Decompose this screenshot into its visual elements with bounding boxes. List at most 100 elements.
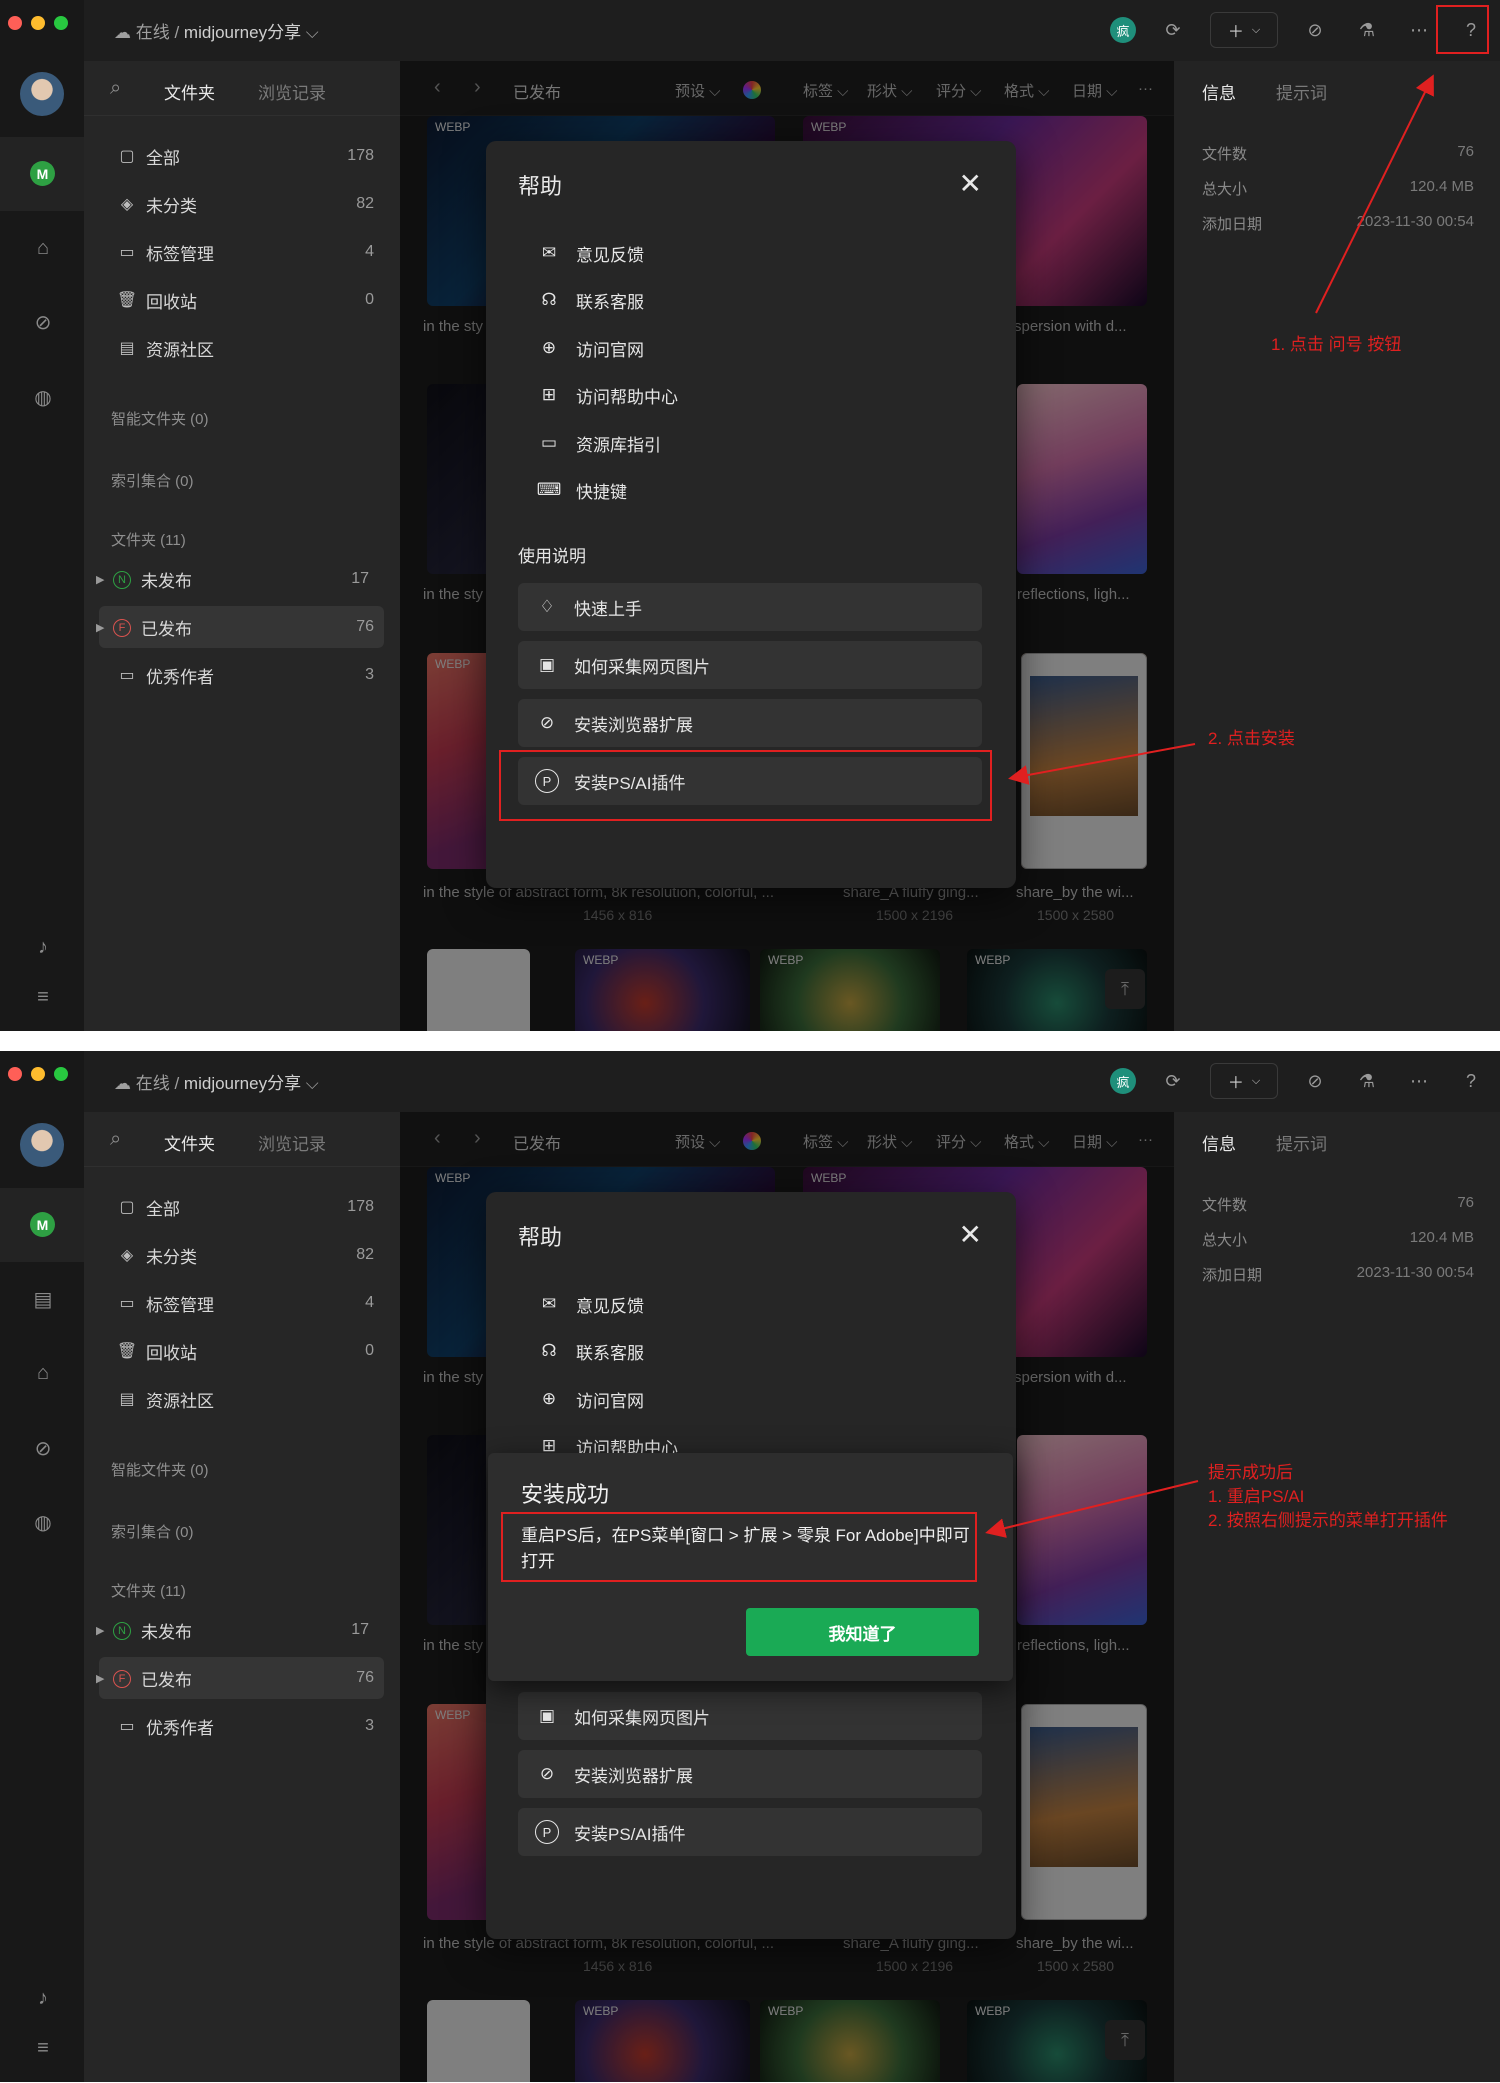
folders-header[interactable]: 文件夹 (11): [111, 1580, 186, 1601]
expand-caret-icon[interactable]: ▶: [96, 1672, 104, 1685]
expand-caret-icon[interactable]: ▶: [96, 1624, 104, 1637]
search-icon[interactable]: ⌕: [110, 1128, 121, 1151]
tab-history[interactable]: 浏览记录: [258, 79, 326, 104]
sidebar-item-tags[interactable]: ▭ 标签管理 4: [104, 231, 384, 273]
bell-icon[interactable]: ♪: [30, 934, 56, 960]
sidebar-item-trash[interactable]: 🗑 回收站 0: [104, 279, 384, 321]
home-icon[interactable]: ⌂: [30, 235, 56, 261]
sync-icon[interactable]: ⟳: [1158, 1066, 1188, 1096]
search-icon[interactable]: ⌕: [110, 77, 121, 100]
card-install-ps-ai-plugin[interactable]: P 安装PS/AI插件: [518, 1808, 982, 1856]
planet-icon[interactable]: ◍: [30, 384, 56, 410]
folder-label: 已发布: [141, 1670, 192, 1690]
compass-icon[interactable]: ⊘: [30, 1435, 56, 1461]
zoom-window-button[interactable]: [54, 16, 68, 30]
breadcrumb[interactable]: ☁ 在线 / midjourney分享 ⌵: [114, 18, 319, 43]
folder-top-authors[interactable]: ▭ 优秀作者 3: [104, 654, 384, 696]
help-item-support[interactable]: ☊ 联系客服: [536, 1335, 644, 1367]
sidebar-item-all[interactable]: ▢ 全部 178: [104, 135, 384, 177]
smart-folders-header[interactable]: 智能文件夹 (0): [111, 1459, 209, 1480]
folder-top-authors[interactable]: ▭ 优秀作者 3: [104, 1705, 384, 1747]
more-icon[interactable]: ⋯: [1404, 1066, 1434, 1096]
folder-badge-icon: N: [113, 570, 131, 589]
help-item-website[interactable]: ⊕ 访问官网: [536, 332, 644, 364]
community-icon: ▤: [119, 1391, 135, 1408]
zoom-window-button[interactable]: [54, 1067, 68, 1081]
help-item-support[interactable]: ☊ 联系客服: [536, 284, 644, 316]
expand-caret-icon[interactable]: ▶: [96, 621, 104, 634]
tab-info[interactable]: 信息: [1202, 1130, 1236, 1155]
sidebar-item-uncategorized[interactable]: ◈ 未分类 82: [104, 1234, 384, 1276]
ok-button[interactable]: 我知道了: [746, 1608, 979, 1656]
tab-folders[interactable]: 文件夹: [164, 79, 215, 104]
user-avatar[interactable]: [20, 1123, 64, 1167]
smart-folders-header[interactable]: 智能文件夹 (0): [111, 408, 209, 429]
sidebar-tabs: ⌕ 文件夹 浏览记录: [84, 61, 400, 116]
help-item-website[interactable]: ⊕ 访问官网: [536, 1383, 644, 1415]
tab-folders[interactable]: 文件夹: [164, 1130, 215, 1155]
help-icon[interactable]: ?: [1456, 1066, 1486, 1096]
folder-unpublished[interactable]: ▶ N 未发布 17: [96, 558, 379, 600]
card-collect-images[interactable]: ▣ 如何采集网页图片: [518, 641, 982, 689]
add-button[interactable]: ＋ ⌵: [1210, 1063, 1278, 1099]
archive-icon[interactable]: ▤: [30, 1286, 56, 1312]
folder-published[interactable]: ▶ F 已发布 76: [96, 606, 384, 648]
card-quick-start[interactable]: ♢ 快速上手: [518, 583, 982, 631]
lab-flask-icon[interactable]: ⚗: [1352, 1066, 1382, 1096]
sidebar-item-community[interactable]: ▤ 资源社区: [104, 327, 384, 369]
close-window-button[interactable]: [8, 1067, 22, 1081]
help-item-library-guide[interactable]: ▭ 资源库指引: [536, 427, 661, 459]
help-item-help-center[interactable]: ⊞ 访问帮助中心: [536, 379, 678, 411]
breadcrumb[interactable]: ☁ 在线 / midjourney分享 ⌵: [114, 1069, 319, 1094]
minimize-window-button[interactable]: [31, 1067, 45, 1081]
info-row-date-added: 添加日期 2023-11-30 00:54: [1202, 213, 1474, 233]
help-item-feedback[interactable]: ✉ 意见反馈: [536, 237, 644, 269]
expand-caret-icon[interactable]: ▶: [96, 573, 104, 586]
compass-icon[interactable]: ⊘: [30, 309, 56, 335]
sidebar-item-trash[interactable]: 🗑 回收站 0: [104, 1330, 384, 1372]
tab-info[interactable]: 信息: [1202, 79, 1236, 104]
filter-off-icon[interactable]: ⊘: [1300, 1066, 1330, 1096]
folders-header[interactable]: 文件夹 (11): [111, 529, 186, 550]
sync-icon[interactable]: ⟳: [1158, 15, 1188, 45]
sidebar-item-tags[interactable]: ▭ 标签管理 4: [104, 1282, 384, 1324]
filter-off-icon[interactable]: ⊘: [1300, 15, 1330, 45]
user-badge[interactable]: 疯: [1110, 17, 1136, 43]
sidebar-item-uncategorized[interactable]: ◈ 未分类 82: [104, 183, 384, 225]
planet-icon[interactable]: ◍: [30, 1509, 56, 1535]
card-browser-extension[interactable]: ⊘ 安装浏览器扩展: [518, 699, 982, 747]
library-switcher[interactable]: M: [0, 137, 84, 211]
sidebar-item-all[interactable]: ▢ 全部 178: [104, 1186, 384, 1228]
title-bar: ☁ 在线 / midjourney分享 ⌵ 疯 ⟳ ＋ ⌵ ⊘ ⚗ ⋯ ?: [84, 1051, 1500, 1112]
close-icon[interactable]: ✕: [959, 1218, 982, 1251]
user-badge[interactable]: 疯: [1110, 1068, 1136, 1094]
help-item-shortcuts[interactable]: ⌨ 快捷键: [536, 474, 627, 506]
bell-icon[interactable]: ♪: [30, 1985, 56, 2011]
lab-flask-icon[interactable]: ⚗: [1352, 15, 1382, 45]
close-window-button[interactable]: [8, 16, 22, 30]
close-icon[interactable]: ✕: [959, 167, 982, 200]
sidebar-item-count: 82: [356, 195, 374, 212]
folder-unpublished[interactable]: ▶ N 未发布 17: [96, 1609, 379, 1651]
index-sets-header[interactable]: 索引集合 (0): [111, 470, 194, 491]
minimize-window-button[interactable]: [31, 16, 45, 30]
settings-sliders-icon[interactable]: ≡: [30, 2035, 56, 2061]
home-icon[interactable]: ⌂: [30, 1360, 56, 1386]
compass-icon: ⊘: [539, 1764, 555, 1783]
tab-history[interactable]: 浏览记录: [258, 1130, 326, 1155]
folder-published[interactable]: ▶ F 已发布 76: [96, 1657, 384, 1699]
index-sets-header[interactable]: 索引集合 (0): [111, 1521, 194, 1542]
card-collect-images[interactable]: ▣ 如何采集网页图片: [518, 1692, 982, 1740]
more-icon[interactable]: ⋯: [1404, 15, 1434, 45]
help-item-feedback[interactable]: ✉ 意见反馈: [536, 1288, 644, 1320]
library-switcher[interactable]: M: [0, 1188, 84, 1262]
tab-prompt[interactable]: 提示词: [1276, 79, 1327, 104]
sidebar-item-count: 0: [365, 291, 374, 308]
settings-sliders-icon[interactable]: ≡: [30, 984, 56, 1010]
card-browser-extension[interactable]: ⊘ 安装浏览器扩展: [518, 1750, 982, 1798]
user-avatar[interactable]: [20, 72, 64, 116]
add-button[interactable]: ＋ ⌵: [1210, 12, 1278, 48]
annotation-line: 2. 按照右侧提示的菜单打开插件: [1208, 1511, 1448, 1530]
tab-prompt[interactable]: 提示词: [1276, 1130, 1327, 1155]
sidebar-item-community[interactable]: ▤ 资源社区: [104, 1378, 384, 1420]
